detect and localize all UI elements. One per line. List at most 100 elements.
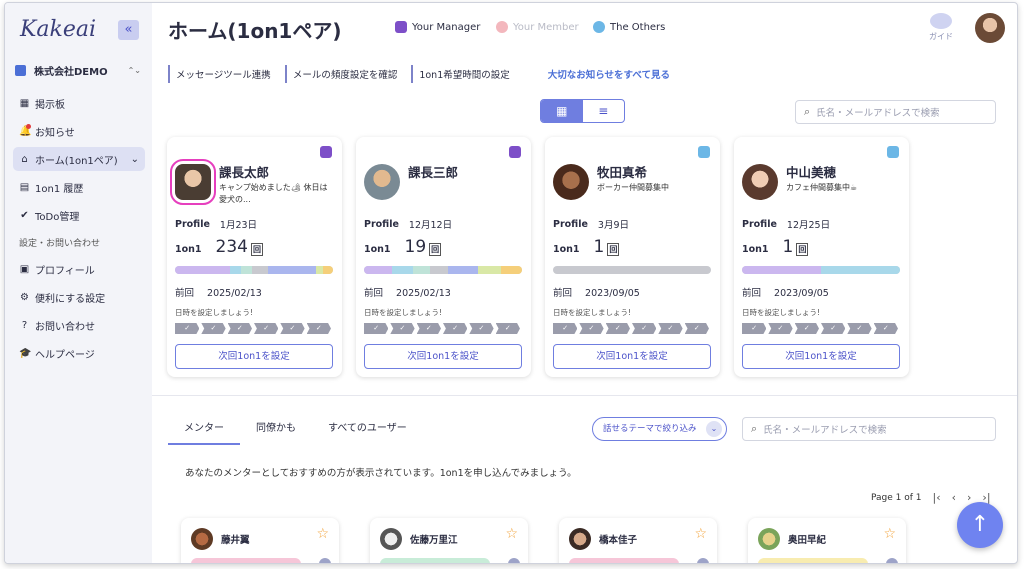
logo[interactable]: Kakeai bbox=[20, 17, 96, 42]
profile-date: 12月12日 bbox=[408, 220, 453, 231]
pair-card[interactable]: 課長三郎 Profile 12月12日 1on1 19 回 前回 2025/02… bbox=[356, 137, 531, 377]
schedule-button[interactable]: 次回1on1を設定 bbox=[742, 344, 900, 369]
schedule-button[interactable]: 次回1on1を設定 bbox=[553, 344, 711, 369]
legend-manager: Your Manager bbox=[395, 21, 480, 33]
next-page-icon[interactable]: › bbox=[967, 491, 971, 504]
info-icon[interactable] bbox=[886, 558, 898, 563]
user-avatar[interactable] bbox=[975, 13, 1005, 43]
pair-avatar[interactable] bbox=[742, 164, 778, 200]
bar-segment bbox=[430, 266, 448, 274]
star-icon[interactable]: ☆ bbox=[505, 526, 518, 542]
star-icon[interactable]: ☆ bbox=[883, 526, 896, 542]
profile-icon: ▣ bbox=[19, 263, 30, 275]
mentor-card[interactable]: 佐藤万里江 ☆ bbox=[370, 518, 528, 563]
step-icon: ✓ bbox=[227, 323, 252, 334]
theme-filter-button[interactable]: 話せるテーマで絞り込み ⌄ bbox=[592, 417, 727, 441]
profile-label: Profile bbox=[742, 218, 777, 230]
bar-segment bbox=[315, 266, 324, 274]
mentor-card[interactable]: 橋本佳子 ☆ bbox=[559, 518, 717, 563]
pair-search-input[interactable]: ⌕ 氏名・メールアドレスで検索 bbox=[795, 100, 996, 124]
company-name: 株式会社DEMO bbox=[34, 67, 108, 78]
first-page-icon[interactable]: |‹ bbox=[933, 491, 941, 504]
tab-colleagues[interactable]: 同僚かも bbox=[240, 421, 312, 445]
bar-segment bbox=[392, 266, 413, 274]
schedule-hint: 日時を設定しましょう! bbox=[175, 308, 254, 317]
bar-segment bbox=[268, 266, 316, 274]
sidebar-item-settings[interactable]: ⚙ 便利にする設定 bbox=[13, 285, 145, 309]
collapse-sidebar-icon[interactable]: « bbox=[118, 20, 139, 40]
previous-label: 前回 bbox=[175, 288, 195, 299]
previous-date: 2023/09/05 bbox=[774, 288, 829, 299]
tab-mentor[interactable]: メンター bbox=[168, 421, 240, 445]
step-icon: ✓ bbox=[605, 323, 630, 334]
info-icon[interactable] bbox=[697, 558, 709, 563]
search-placeholder: 氏名・メールアドレスで検索 bbox=[763, 425, 887, 436]
mentor-card[interactable]: 奥田早紀 ☆ bbox=[748, 518, 906, 563]
sidebar-item-contact[interactable]: ? お問い合わせ bbox=[13, 313, 145, 337]
pair-avatar[interactable] bbox=[553, 164, 589, 200]
guide-mascot-icon bbox=[930, 13, 952, 29]
list-view-icon[interactable]: ≡ bbox=[583, 100, 625, 122]
pair-name[interactable]: 課長太郎 bbox=[219, 162, 269, 181]
chevron-down-icon[interactable]: ⌄ bbox=[131, 154, 139, 165]
mentor-avatar bbox=[758, 528, 780, 550]
schedule-button[interactable]: 次回1on1を設定 bbox=[175, 344, 333, 369]
bar-segment bbox=[477, 266, 502, 274]
sidebar-item-help[interactable]: 🎓 ヘルプページ bbox=[13, 341, 145, 365]
others-icon bbox=[593, 21, 605, 33]
sidebar-item-board[interactable]: ▦ 掲示板 bbox=[13, 91, 145, 115]
grid-view-icon[interactable]: ▦ bbox=[541, 100, 583, 122]
tab-all-users[interactable]: すべてのユーザー bbox=[312, 421, 423, 445]
history-icon: ▤ bbox=[19, 181, 30, 193]
link-all-notices[interactable]: 大切なお知らせをすべて見る bbox=[548, 65, 670, 83]
pair-name[interactable]: 中山美穂 bbox=[786, 162, 836, 181]
pair-avatar[interactable] bbox=[170, 159, 216, 205]
profile-row: Profile 12月25日 bbox=[742, 217, 830, 232]
link-preferred-time[interactable]: 1on1希望時間の設定 bbox=[411, 65, 523, 83]
guide-button[interactable]: ガイド bbox=[927, 13, 955, 42]
pair-card[interactable]: 課長太郎 キャンプ始めました🏕 休日は愛犬の... Profile 1月23日 … bbox=[167, 137, 342, 377]
pair-avatar[interactable] bbox=[364, 164, 400, 200]
schedule-button[interactable]: 次回1on1を設定 bbox=[364, 344, 522, 369]
sidebar-item-label: ToDo管理 bbox=[35, 211, 80, 223]
mentor-avatar bbox=[380, 528, 402, 550]
progress-steps: ✓ ✓ ✓ ✓ ✓ ✓ bbox=[553, 323, 711, 334]
info-icon[interactable] bbox=[319, 558, 331, 563]
sidebar-item-label: 1on1 履歴 bbox=[35, 183, 84, 195]
prev-page-icon[interactable]: ‹ bbox=[952, 491, 956, 504]
scroll-top-button[interactable]: ↑ bbox=[957, 502, 1003, 548]
star-icon[interactable]: ☆ bbox=[316, 526, 329, 542]
sidebar-item-home[interactable]: ⌂ ホーム(1on1ペア) ⌄ bbox=[13, 147, 145, 171]
link-mail-frequency[interactable]: メールの頻度設定を確認 bbox=[284, 65, 412, 83]
oneonone-label: 1on1 bbox=[553, 244, 580, 255]
bar-segment bbox=[241, 266, 253, 274]
sidebar-item-history[interactable]: ▤ 1on1 履歴 bbox=[13, 175, 145, 199]
pair-card[interactable]: 牧田真希 ボーカー仲間募集中 Profile 3月9日 1on1 1 回 前回 … bbox=[545, 137, 720, 377]
bar-segment bbox=[364, 266, 393, 274]
page-indicator: Page 1 of 1 bbox=[871, 492, 922, 503]
step-icon: ✓ bbox=[390, 323, 415, 334]
sidebar-item-label: お問い合わせ bbox=[35, 321, 95, 333]
company-switcher[interactable]: 株式会社DEMO ⌃⌄ bbox=[15, 63, 145, 78]
updown-chevron-icon: ⌃⌄ bbox=[127, 66, 141, 75]
pair-name[interactable]: 課長三郎 bbox=[408, 162, 458, 181]
manager-icon bbox=[395, 21, 407, 33]
pair-card[interactable]: 中山美穂 カフェ仲間募集中☕ Profile 12月25日 1on1 1 回 前… bbox=[734, 137, 909, 377]
link-message-tool[interactable]: メッセージツール連携 bbox=[168, 65, 285, 83]
bar-segment bbox=[447, 266, 478, 274]
pair-name[interactable]: 牧田真希 bbox=[597, 162, 647, 181]
oneonone-count: 19 bbox=[404, 237, 427, 257]
sidebar-item-label: お知らせ bbox=[35, 127, 75, 139]
star-icon[interactable]: ☆ bbox=[694, 526, 707, 542]
mentor-card[interactable]: 藤井翼 ☆ bbox=[181, 518, 339, 563]
topic-bar bbox=[553, 266, 711, 274]
sidebar-item-label: ホーム(1on1ペア) bbox=[35, 155, 118, 167]
sidebar-item-notifications[interactable]: 🔔 お知らせ bbox=[13, 119, 145, 143]
pair-status: ボーカー仲間募集中 bbox=[597, 183, 669, 192]
user-search-input[interactable]: ⌕ 氏名・メールアドレスで検索 bbox=[742, 417, 996, 441]
sidebar-item-profile[interactable]: ▣ プロフィール bbox=[13, 257, 145, 281]
oneonone-label: 1on1 bbox=[742, 244, 769, 255]
info-icon[interactable] bbox=[508, 558, 520, 563]
sidebar-item-todo[interactable]: ✔ ToDo管理 bbox=[13, 203, 145, 227]
progress-steps: ✓ ✓ ✓ ✓ ✓ ✓ bbox=[175, 323, 333, 334]
